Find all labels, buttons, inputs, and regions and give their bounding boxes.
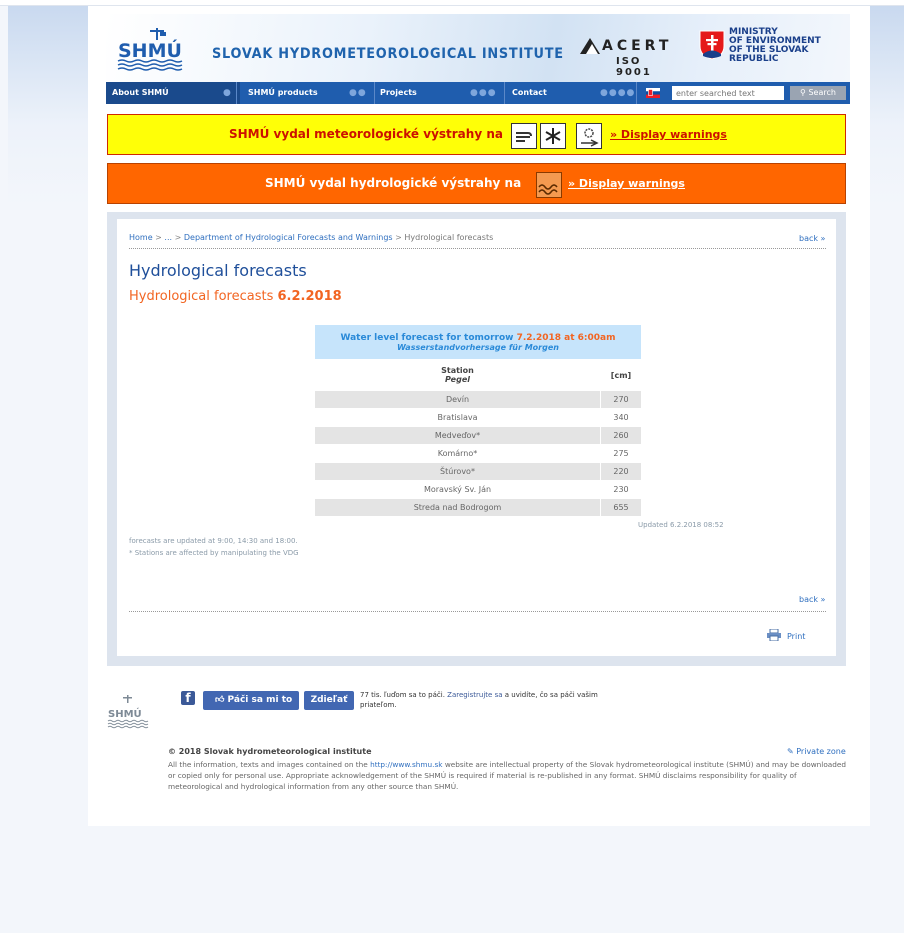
content-frame: Home > ... > Department of Hydrological … xyxy=(107,212,846,666)
facebook-share-button[interactable]: Zdieľať xyxy=(304,691,354,710)
search-icon: ⚲ xyxy=(800,88,806,97)
background-left xyxy=(8,6,88,931)
shmu-website-link[interactable]: http://www.shmu.sk xyxy=(370,760,442,769)
nav-separator xyxy=(236,82,237,104)
page-title: Hydrological forecasts xyxy=(129,261,307,280)
copyright: © 2018 Slovak hydrometeorological instit… xyxy=(168,747,372,756)
thumbs-up-icon: 👍︎ xyxy=(215,695,225,705)
nav-separator xyxy=(504,82,505,104)
sub-title: Hydrological forecasts 6.2.2018 xyxy=(129,289,342,304)
meteorological-display-warnings-link[interactable]: » Display warnings xyxy=(610,128,727,141)
updated-timestamp: Updated 6.2.2018 08:52 xyxy=(638,521,724,529)
table-row: Devín 270 xyxy=(314,390,642,409)
nav-dots-icon: ●●● xyxy=(470,88,497,98)
nav-separator xyxy=(636,82,637,104)
search-input[interactable] xyxy=(672,86,784,100)
table-row: Štúrovo* 220 xyxy=(314,462,642,481)
breadcrumb-home[interactable]: Home xyxy=(129,233,153,242)
flood-warning-icon[interactable] xyxy=(536,172,562,198)
ministry-logo[interactable]: MINISTRY OF ENVIRONMENT OF THE SLOVAK RE… xyxy=(691,28,851,74)
acert-name: ACERT xyxy=(602,38,673,54)
update-times-note: forecasts are updated at 9:00, 14:30 and… xyxy=(129,537,298,545)
site-header: SHMÚ SLOVAK HYDROMETEOROLOGICAL INSTITUT… xyxy=(106,14,850,82)
print-button[interactable]: Print xyxy=(767,629,805,641)
footer-shmu-logo[interactable]: SHMÚ xyxy=(107,693,149,733)
back-link-top[interactable]: back » xyxy=(799,234,825,243)
search-button[interactable]: ⚲ Search xyxy=(790,86,846,100)
breadcrumb-ellipsis[interactable]: ... xyxy=(164,233,172,242)
table-row: Komárno* 275 xyxy=(314,444,642,463)
key-icon: ✎ xyxy=(787,747,794,756)
divider xyxy=(129,611,826,612)
svg-text:SHMÚ: SHMÚ xyxy=(118,38,182,62)
nav-about[interactable]: About SHMÚ xyxy=(106,82,240,104)
table-row: Moravský Sv. Ján 230 xyxy=(314,480,642,499)
nav-dots-icon: ●● xyxy=(349,88,367,98)
facebook-register-link[interactable]: Zaregistrujte sa xyxy=(447,691,502,699)
table-row: Streda nad Bodrogom 655 xyxy=(314,498,642,517)
printer-icon xyxy=(767,629,781,641)
breadcrumb: Home > ... > Department of Hydrological … xyxy=(129,233,494,242)
svg-text:SHMÚ: SHMÚ xyxy=(108,707,142,720)
facebook-social-text: 77 tis. ľuďom sa to páči. Zaregistrujte … xyxy=(360,691,598,709)
hydrological-warning-text: SHMÚ vydal hydrologické výstrahy na xyxy=(265,176,522,190)
table-row: Medveďov* 260 xyxy=(314,426,642,445)
column-header-station: Station Pegel xyxy=(314,359,601,391)
breadcrumb-parent[interactable]: Department of Hydrological Forecasts and… xyxy=(184,233,393,242)
private-zone-link[interactable]: ✎ Private zone xyxy=(787,747,846,756)
nav-dots-icon: ●●●● xyxy=(600,88,636,98)
forecast-table-title: Water level forecast for tomorrow 7.2.20… xyxy=(314,324,642,360)
back-link-bottom[interactable]: back » xyxy=(799,595,825,604)
hydrological-display-warnings-link[interactable]: » Display warnings xyxy=(568,177,685,190)
main-nav: About SHMÚ ● SHMÚ products ●● Projects ●… xyxy=(106,82,850,104)
frost-warning-icon[interactable] xyxy=(540,123,566,149)
hydrological-warning-banner[interactable]: SHMÚ vydal hydrologické výstrahy na » Di… xyxy=(107,163,846,204)
facebook-like-button[interactable]: 👍︎ Páči sa mi to xyxy=(203,691,299,710)
table-row: Bratislava 340 xyxy=(314,408,642,427)
meteorological-warning-banner[interactable]: SHMÚ vydal meteorologické výstrahy na » … xyxy=(107,114,846,155)
shmu-logo[interactable]: SHMÚ xyxy=(116,26,202,72)
legal-text: All the information, texts and images co… xyxy=(168,760,847,791)
ministry-text: MINISTRY OF ENVIRONMENT OF THE SLOVAK RE… xyxy=(729,27,821,64)
stations-note: * Stations are affected by manipulating … xyxy=(129,549,299,557)
snow-warning-icon[interactable] xyxy=(576,123,602,149)
site-title[interactable]: SLOVAK HYDROMETEOROLOGICAL INSTITUTE xyxy=(212,46,564,62)
meteorological-warning-text: SHMÚ vydal meteorologické výstrahy na xyxy=(229,127,503,141)
acert-logo: ACERT ISO 9001 xyxy=(580,38,680,78)
slovak-flag-icon[interactable] xyxy=(646,88,660,98)
nav-dots-icon: ● xyxy=(223,88,232,98)
breadcrumb-current: Hydrological forecasts xyxy=(404,233,494,242)
column-header-unit: [cm] xyxy=(600,359,642,391)
background-right xyxy=(870,6,904,931)
wind-warning-icon[interactable] xyxy=(511,123,537,149)
forecast-table: Water level forecast for tomorrow 7.2.20… xyxy=(314,324,642,517)
acert-iso: ISO 9001 xyxy=(616,56,652,78)
facebook-icon[interactable]: f xyxy=(181,691,195,705)
content-area: Home > ... > Department of Hydrological … xyxy=(117,219,836,656)
divider xyxy=(129,248,826,249)
